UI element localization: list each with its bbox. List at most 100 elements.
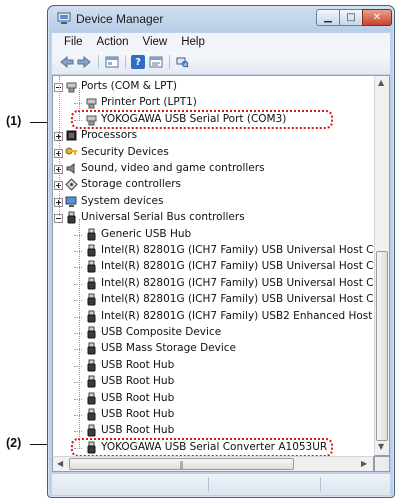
menu-file[interactable]: File (64, 36, 83, 48)
tree-category[interactable]: Security Devices (53, 145, 375, 161)
tree-connector (74, 103, 82, 105)
help-icon[interactable]: ? (131, 55, 145, 69)
device-manager-icon (57, 12, 71, 24)
speaker-icon (65, 162, 78, 175)
usb-icon (85, 293, 98, 306)
usb-icon (85, 424, 98, 437)
usb-icon (85, 310, 98, 323)
tree-device[interactable]: USB Root Hub (53, 423, 375, 439)
key-icon (65, 146, 78, 159)
menu-bar: File Action View Help (52, 33, 390, 51)
horizontal-scroll-thumb[interactable]: ‖ (69, 458, 294, 470)
title-bar[interactable]: Device Manager ▁ □ ✕ (49, 7, 393, 31)
usb-icon (85, 359, 98, 372)
tree-connector (79, 88, 80, 121)
tree-connector (74, 283, 82, 285)
device-tree[interactable]: Ports (COM & LPT) Printer Port (LPT1) YOKO… (52, 75, 375, 458)
tree-item-label: Storage controllers (81, 178, 181, 191)
usb-icon (85, 228, 98, 241)
back-arrow-icon[interactable] (60, 55, 74, 69)
computer-icon (65, 195, 78, 208)
tree-connector (74, 382, 82, 384)
tree-category[interactable]: Storage controllers (53, 177, 375, 193)
usb-icon (85, 408, 98, 421)
tree-category[interactable]: Ports (COM & LPT) (53, 79, 375, 95)
tree-device[interactable]: USB Root Hub (53, 391, 375, 407)
tree-category[interactable]: Processors (53, 128, 375, 144)
window-title: Device Manager (76, 12, 164, 26)
device-manager-window: Device Manager ▁ □ ✕ File Action View He… (47, 5, 395, 498)
scroll-up-icon[interactable]: ▲ (378, 78, 384, 87)
usb-icon (65, 211, 78, 224)
close-button[interactable]: ✕ (362, 9, 392, 26)
usb-icon (85, 277, 98, 290)
tree-device[interactable]: USB Root Hub (53, 374, 375, 390)
tree-item-label: Intel(R) 82801G (ICH7 Family) USB Univer… (101, 276, 375, 289)
tree-item-label: Universal Serial Bus controllers (81, 211, 245, 224)
menu-help[interactable]: Help (181, 36, 205, 48)
tree-item-label: Intel(R) 82801G (ICH7 Family) USB Univer… (101, 293, 375, 306)
tree-device[interactable]: Intel(R) 82801G (ICH7 Family) USB Univer… (53, 243, 375, 259)
tree-item-label: USB Mass Storage Device (101, 342, 236, 355)
vertical-scrollbar[interactable]: ▲ ▼ (374, 75, 390, 456)
usb-icon (85, 326, 98, 339)
tree-connector (74, 267, 82, 269)
tree-device[interactable]: Printer Port (LPT1) (53, 95, 375, 111)
tree-device[interactable]: Intel(R) 82801G (ICH7 Family) USB Univer… (53, 292, 375, 308)
menu-action[interactable]: Action (97, 36, 129, 48)
vertical-scroll-thumb[interactable] (376, 251, 388, 441)
tree-device[interactable]: Generic USB Hub (53, 227, 375, 243)
status-bar (52, 473, 390, 495)
minimize-button[interactable]: ▁ (316, 9, 340, 26)
tree-item-label: USB Composite Device (101, 326, 222, 338)
toolbar: ? (52, 51, 390, 75)
tree-item-label: Intel(R) 82801G (ICH7 Family) USB Univer… (101, 260, 375, 273)
tree-device[interactable]: USB Composite Device (53, 325, 375, 341)
tree-device[interactable]: Intel(R) 82801G (ICH7 Family) USB Univer… (53, 276, 375, 292)
properties-icon[interactable] (149, 55, 163, 69)
tree-category[interactable]: Sound, video and game controllers (53, 161, 375, 177)
tree-device[interactable]: USB Mass Storage Device (53, 341, 375, 357)
forward-arrow-icon[interactable] (77, 55, 91, 69)
tree-item-label: USB Root Hub (101, 375, 175, 388)
status-divider (208, 477, 209, 492)
scroll-down-icon[interactable]: ▼ (378, 442, 384, 451)
tree-connector (74, 316, 82, 318)
callout-label-1: (1) (6, 114, 22, 128)
scroll-right-icon[interactable]: ▶ (361, 459, 367, 468)
tree-connector (74, 431, 82, 433)
port-icon (65, 80, 78, 93)
horizontal-scrollbar[interactable]: ◀ ‖ ▶ (52, 456, 374, 472)
tree-category[interactable]: System devices (53, 194, 375, 210)
chip-icon (65, 129, 78, 142)
tree-item-label: Generic USB Hub (101, 227, 192, 240)
tree-item-label: USB Root Hub (101, 391, 175, 404)
tree-connector (79, 219, 80, 449)
scroll-left-icon[interactable]: ◀ (57, 459, 63, 468)
tree-connector (74, 398, 82, 400)
menu-view[interactable]: View (143, 36, 168, 48)
tree-device[interactable]: Intel(R) 82801G (ICH7 Family) USB Univer… (53, 259, 375, 275)
tree-item-label: Ports (COM & LPT) (81, 80, 177, 92)
tree-item-label: System devices (81, 194, 164, 207)
tree-connector (74, 333, 82, 334)
scrollbar-corner (374, 456, 390, 472)
tree-device[interactable]: USB Root Hub (53, 358, 375, 374)
usb-icon (85, 375, 98, 388)
tree-item-label: USB Root Hub (101, 424, 175, 437)
usb-icon (85, 260, 98, 273)
tree-item-label: Intel(R) 82801G (ICH7 Family) USB2 Enhan… (101, 309, 375, 322)
minimize-icon: ▁ (324, 12, 332, 23)
tree-item-label: Processors (81, 129, 138, 142)
tree-device[interactable]: Intel(R) 82801G (ICH7 Family) USB2 Enhan… (53, 309, 375, 325)
tree-category[interactable]: Universal Serial Bus controllers (53, 210, 375, 226)
show-hide-tree-icon[interactable] (105, 55, 119, 69)
maximize-button[interactable]: □ (339, 9, 363, 26)
tree-connector (74, 234, 82, 236)
scan-hardware-icon[interactable] (175, 55, 189, 69)
tree-connector (74, 415, 82, 416)
tree-item-label: Printer Port (LPT1) (101, 96, 197, 109)
tree-device[interactable]: USB Root Hub (53, 407, 375, 423)
toolbar-separator (169, 55, 170, 69)
storage-icon (65, 178, 78, 192)
